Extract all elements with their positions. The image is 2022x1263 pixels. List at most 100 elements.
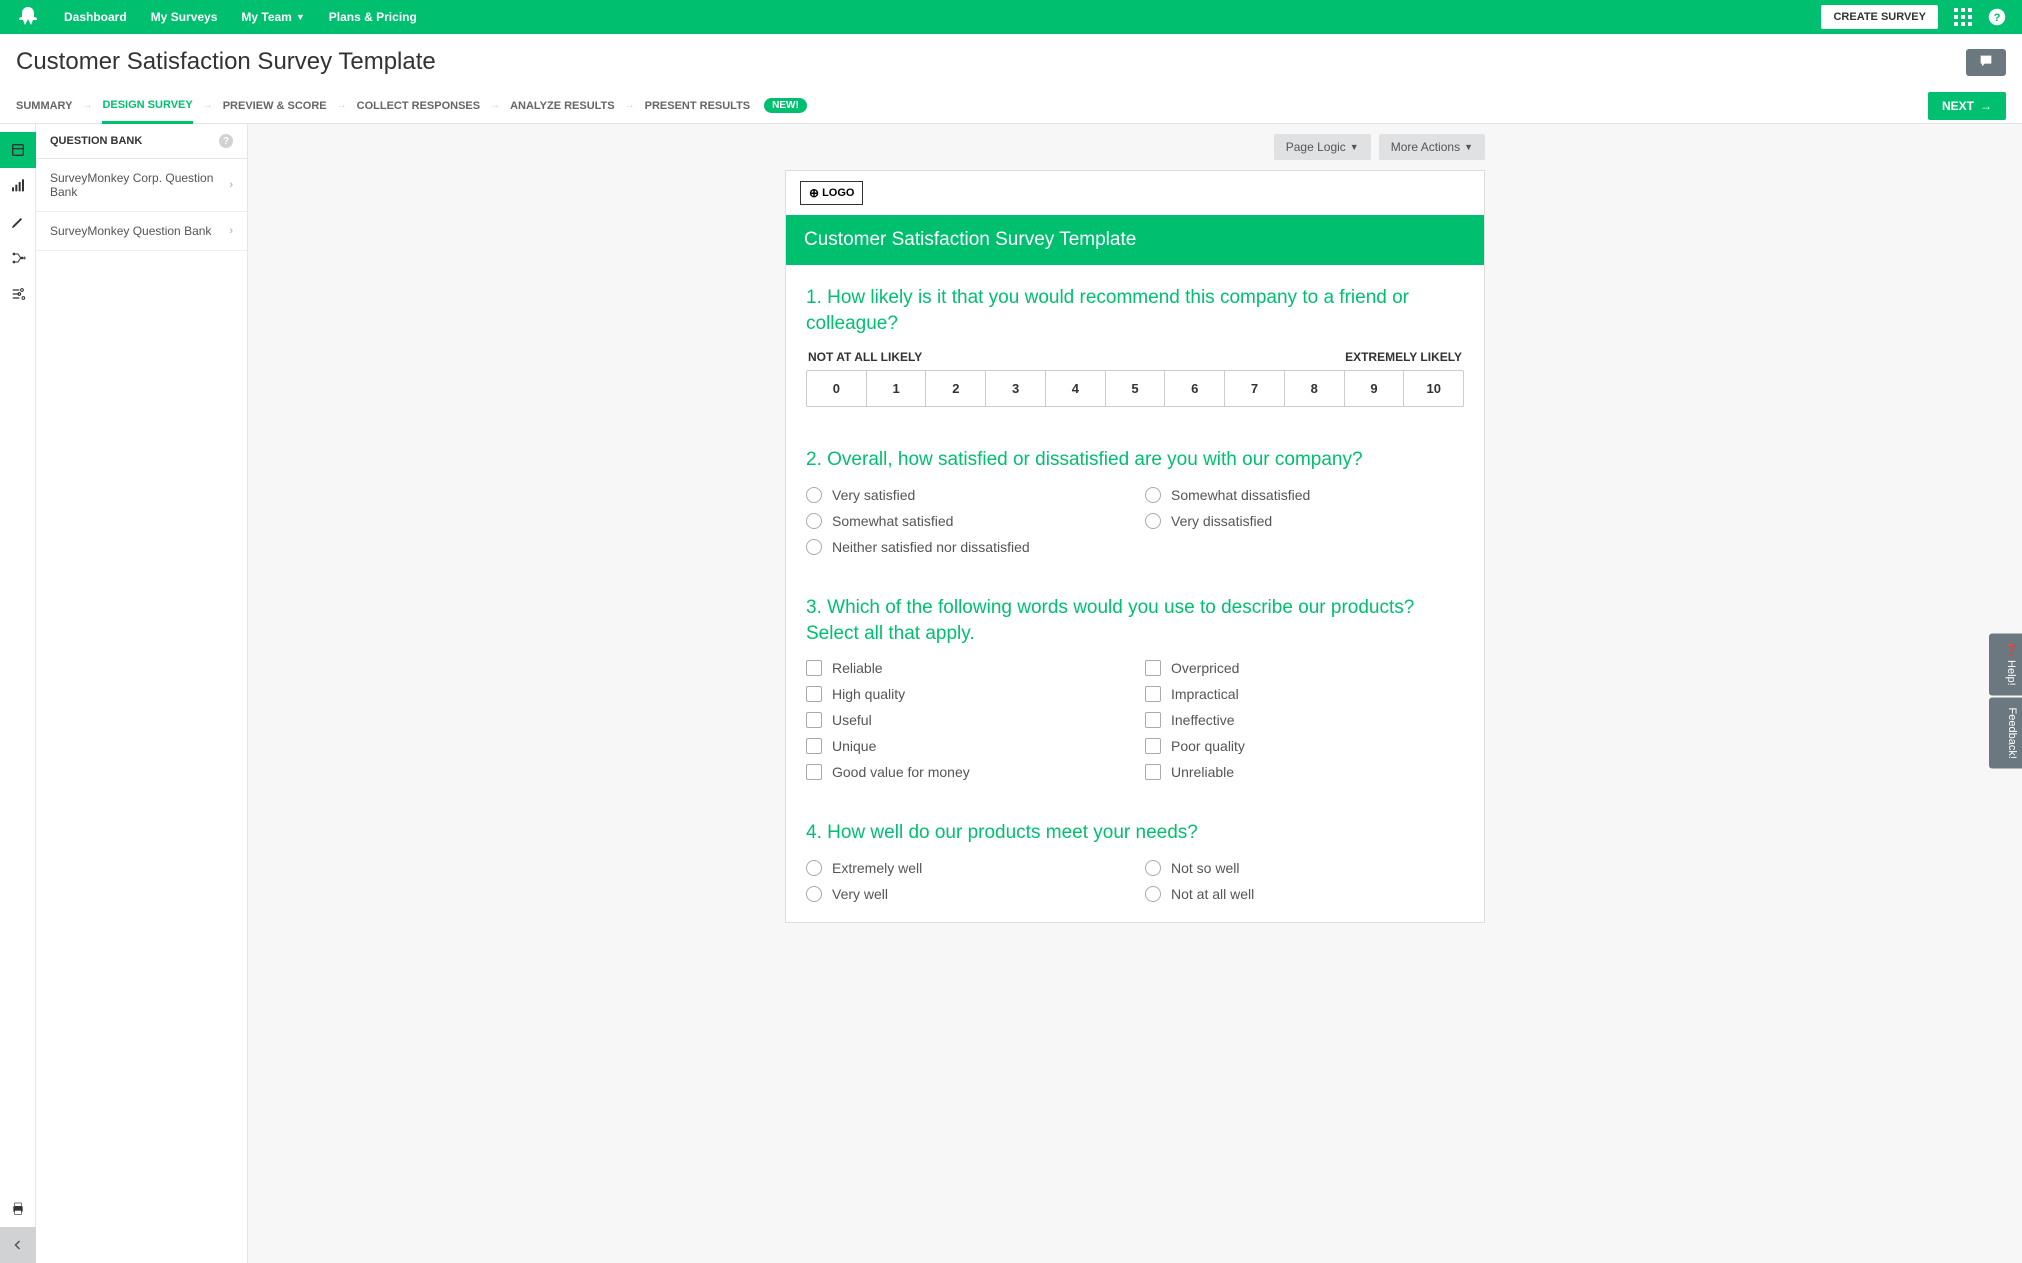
radio-icon — [1145, 886, 1161, 902]
nav-my-surveys[interactable]: My Surveys — [151, 10, 218, 24]
step-present-results[interactable]: PRESENT RESULTS — [645, 90, 751, 122]
nps-cell[interactable]: 8 — [1285, 371, 1345, 406]
chevron-down-icon: ▼ — [296, 12, 305, 22]
checkbox-icon — [806, 764, 822, 780]
question-4[interactable]: 4. How well do our products meet your ne… — [786, 800, 1484, 922]
add-logo-button[interactable]: ⊕LOGO — [800, 181, 863, 205]
radio-option[interactable]: Very well — [806, 886, 1125, 902]
nav-dashboard[interactable]: Dashboard — [64, 10, 127, 24]
checkbox-icon — [1145, 660, 1161, 676]
speech-bubble-icon — [1978, 53, 1994, 69]
radio-icon — [1145, 513, 1161, 529]
help-dot-icon[interactable]: ? — [219, 134, 233, 148]
nps-cell[interactable]: 3 — [986, 371, 1046, 406]
comments-button[interactable] — [1966, 49, 2006, 76]
question-1[interactable]: 1. How likely is it that you would recom… — [786, 265, 1484, 427]
radio-option[interactable]: Not so well — [1145, 860, 1464, 876]
checkbox-icon — [1145, 686, 1161, 702]
page-title: Customer Satisfaction Survey Template — [16, 48, 436, 76]
step-summary[interactable]: SUMMARY — [16, 90, 72, 122]
left-rail — [0, 124, 36, 1263]
radio-icon — [806, 886, 822, 902]
brand-logo-icon[interactable] — [16, 5, 40, 29]
rail-options-icon[interactable] — [0, 276, 36, 312]
sidebar-item-corp-bank[interactable]: SurveyMonkey Corp. Question Bank› — [36, 159, 247, 212]
more-actions-button[interactable]: More Actions▼ — [1379, 134, 1485, 160]
survey-title[interactable]: Customer Satisfaction Survey Template — [786, 215, 1484, 265]
collapse-sidebar-button[interactable] — [0, 1227, 36, 1263]
nps-cell[interactable]: 7 — [1225, 371, 1285, 406]
nps-cell[interactable]: 10 — [1404, 371, 1463, 406]
step-preview-score[interactable]: PREVIEW & SCORE — [223, 90, 327, 122]
step-collect-responses[interactable]: COLLECT RESPONSES — [357, 90, 480, 122]
checkbox-icon — [1145, 712, 1161, 728]
nps-cell[interactable]: 0 — [807, 371, 867, 406]
nps-cell[interactable]: 2 — [926, 371, 986, 406]
help-icon[interactable]: ? — [1988, 8, 2006, 26]
next-button[interactable]: NEXT→ — [1928, 92, 2006, 120]
radio-icon — [806, 860, 822, 876]
sidebar: QUESTION BANK ? SurveyMonkey Corp. Quest… — [36, 124, 248, 1263]
radio-option[interactable]: Very satisfied — [806, 487, 1125, 503]
caret-down-icon: ▼ — [1464, 142, 1473, 152]
top-nav: Dashboard My Surveys My Team▼ Plans & Pr… — [0, 0, 2022, 34]
nps-cell[interactable]: 4 — [1046, 371, 1106, 406]
help-tab[interactable]: ❓ Help! — [1989, 633, 2022, 695]
chevron-left-icon — [12, 1239, 24, 1251]
apps-grid-icon[interactable] — [1954, 8, 1972, 26]
rail-logic-icon[interactable] — [0, 240, 36, 276]
nps-label-low: NOT AT ALL LIKELY — [808, 350, 922, 364]
nav-my-team[interactable]: My Team▼ — [241, 10, 304, 24]
sidebar-item-sm-bank[interactable]: SurveyMonkey Question Bank› — [36, 212, 247, 251]
title-bar: Customer Satisfaction Survey Template — [0, 34, 2022, 88]
checkbox-option[interactable]: Impractical — [1145, 686, 1464, 702]
plus-icon: ⊕ — [809, 186, 819, 200]
checkbox-option[interactable]: Overpriced — [1145, 660, 1464, 676]
checkbox-option[interactable]: High quality — [806, 686, 1125, 702]
radio-option[interactable]: Very dissatisfied — [1145, 513, 1464, 529]
survey-page: ⊕LOGO Customer Satisfaction Survey Templ… — [785, 170, 1485, 923]
radio-option[interactable]: Neither satisfied nor dissatisfied — [806, 539, 1125, 555]
nps-cell[interactable]: 9 — [1345, 371, 1405, 406]
checkbox-option[interactable]: Useful — [806, 712, 1125, 728]
svg-text:?: ? — [1994, 12, 2001, 24]
checkbox-option[interactable]: Reliable — [806, 660, 1125, 676]
feedback-tabs: ❓ Help! Feedback! — [1989, 633, 2022, 769]
nav-plans-pricing[interactable]: Plans & Pricing — [329, 10, 417, 24]
nps-label-high: EXTREMELY LIKELY — [1345, 350, 1462, 364]
checkbox-icon — [806, 686, 822, 702]
radio-icon — [806, 539, 822, 555]
radio-option[interactable]: Extremely well — [806, 860, 1125, 876]
rail-print-icon[interactable] — [0, 1191, 36, 1227]
checkbox-icon — [806, 660, 822, 676]
chevron-right-icon: › — [229, 179, 233, 191]
checkbox-option[interactable]: Poor quality — [1145, 738, 1464, 754]
nps-scale: 0 1 2 3 4 5 6 7 8 9 10 — [806, 370, 1464, 407]
nps-cell[interactable]: 5 — [1106, 371, 1166, 406]
checkbox-option[interactable]: Unique — [806, 738, 1125, 754]
question-2[interactable]: 2. Overall, how satisfied or dissatisfie… — [786, 427, 1484, 575]
rail-question-bank-icon[interactable] — [0, 132, 36, 168]
radio-option[interactable]: Somewhat satisfied — [806, 513, 1125, 529]
rail-appearance-icon[interactable] — [0, 204, 36, 240]
checkbox-icon — [806, 712, 822, 728]
checkbox-option[interactable]: Unreliable — [1145, 764, 1464, 780]
checkbox-icon — [1145, 738, 1161, 754]
step-design-survey[interactable]: DESIGN SURVEY — [102, 89, 192, 124]
create-survey-button[interactable]: CREATE SURVEY — [1821, 5, 1938, 29]
radio-icon — [1145, 487, 1161, 503]
checkbox-option[interactable]: Good value for money — [806, 764, 1125, 780]
nps-cell[interactable]: 1 — [867, 371, 927, 406]
page-logic-button[interactable]: Page Logic▼ — [1274, 134, 1371, 160]
arrow-right-icon: → — [490, 100, 500, 111]
radio-option[interactable]: Somewhat dissatisfied — [1145, 487, 1464, 503]
feedback-tab[interactable]: Feedback! — [1989, 697, 2022, 768]
checkbox-option[interactable]: Ineffective — [1145, 712, 1464, 728]
nps-cell[interactable]: 6 — [1165, 371, 1225, 406]
new-badge: NEW! — [764, 98, 807, 113]
step-analyze-results[interactable]: ANALYZE RESULTS — [510, 90, 615, 122]
radio-option[interactable]: Not at all well — [1145, 886, 1464, 902]
chevron-right-icon: › — [229, 225, 233, 237]
rail-builder-icon[interactable] — [0, 168, 36, 204]
question-3[interactable]: 3. Which of the following words would yo… — [786, 575, 1484, 800]
